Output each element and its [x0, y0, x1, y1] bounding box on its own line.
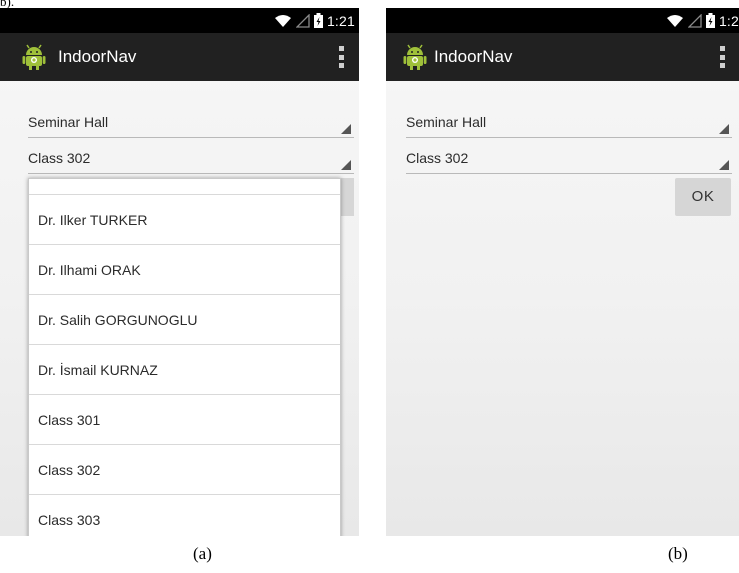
to-spinner-value: Class 302	[28, 150, 91, 166]
dropdown-item[interactable]: Dr. Salih GORGUNOGLU	[29, 295, 340, 345]
phone-screen-a: 1:21 IndoorNav Seminar Hall Class 302 Dr…	[0, 8, 359, 536]
wifi-icon	[274, 14, 291, 27]
caption-a: (a)	[193, 544, 212, 563]
overflow-menu-icon[interactable]	[337, 46, 345, 68]
phone-screen-b: 1:24 IndoorNav Seminar Hall Class 302	[386, 8, 739, 536]
dropdown-item[interactable]: Dr. Ilker TURKER	[29, 195, 340, 245]
dropdown-item[interactable]: Class 302	[29, 445, 340, 495]
from-spinner-value: Seminar Hall	[28, 114, 109, 130]
signal-icon	[295, 13, 310, 28]
battery-icon	[705, 13, 715, 28]
overflow-menu-icon[interactable]	[718, 46, 726, 68]
dropdown-item[interactable]: Dr. İsmail KURNAZ	[29, 345, 340, 395]
battery-icon	[313, 13, 323, 28]
android-icon[interactable]	[20, 43, 48, 71]
dropdown-partial-row	[29, 179, 340, 195]
ok-button-obscured	[340, 178, 354, 216]
from-spinner-value: Seminar Hall	[406, 114, 487, 130]
action-bar: IndoorNav	[386, 33, 739, 81]
from-spinner[interactable]: Seminar Hall	[406, 108, 732, 138]
spinner-arrow-icon	[341, 124, 351, 134]
to-spinner[interactable]: Class 302	[406, 144, 732, 174]
caption-b: (b)	[668, 544, 688, 563]
app-title: IndoorNav	[434, 47, 513, 66]
wifi-icon	[666, 14, 683, 27]
spinner-arrow-icon	[719, 160, 729, 170]
ok-button[interactable]: OK	[675, 178, 731, 216]
from-spinner[interactable]: Seminar Hall	[28, 108, 354, 138]
dropdown-item[interactable]: Class 303	[29, 495, 340, 536]
status-time: 1:24	[718, 12, 739, 29]
status-bar: 1:21	[0, 8, 359, 33]
dropdown-item[interactable]: Class 301	[29, 395, 340, 445]
android-icon[interactable]	[401, 43, 429, 71]
spinner-dropdown-list[interactable]: Dr. Ilker TURKER Dr. Ilhami ORAK Dr. Sal…	[28, 178, 341, 536]
spinner-arrow-icon	[341, 160, 351, 170]
status-time: 1:21	[326, 12, 355, 29]
app-title: IndoorNav	[58, 47, 137, 66]
spinner-arrow-icon	[719, 124, 729, 134]
dropdown-item[interactable]: Dr. Ilhami ORAK	[29, 245, 340, 295]
to-spinner[interactable]: Class 302	[28, 144, 354, 174]
to-spinner-value: Class 302	[406, 150, 469, 166]
action-bar: IndoorNav	[0, 33, 359, 81]
signal-icon	[687, 13, 702, 28]
status-bar: 1:24	[386, 8, 739, 33]
